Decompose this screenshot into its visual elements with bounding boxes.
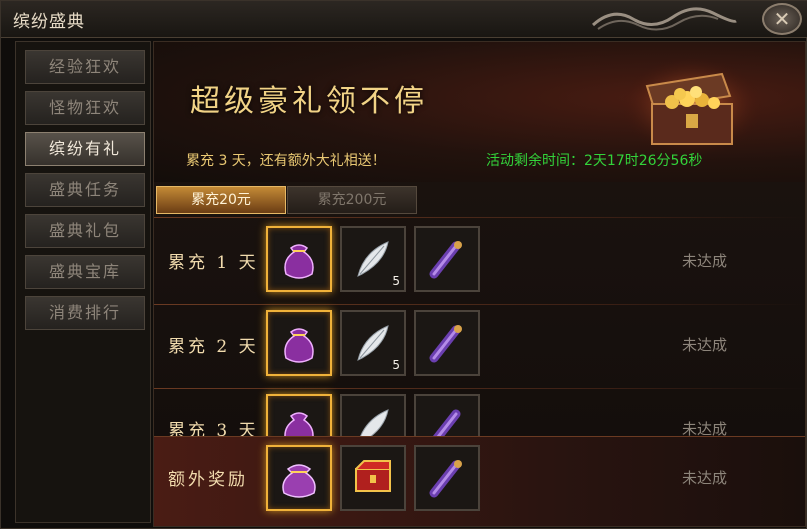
reward-slot[interactable] bbox=[414, 394, 480, 436]
sidebar-item-exp-carnival[interactable]: 经验狂欢 bbox=[25, 50, 145, 84]
banner: 超级豪礼领不停 累充 3 天，还有额外大礼相送！ 活动剩余时间：2天17时26分… bbox=[154, 42, 805, 182]
reward-slot[interactable] bbox=[340, 394, 406, 436]
tab-recharge-200[interactable]: 累充200元 bbox=[287, 186, 417, 214]
dragon-ornament-icon bbox=[591, 7, 737, 31]
reward-slot[interactable] bbox=[266, 226, 332, 292]
scroll-icon bbox=[429, 460, 462, 498]
reward-slot[interactable] bbox=[266, 310, 332, 376]
divider bbox=[154, 304, 805, 305]
sidebar-item-tasks[interactable]: 盛典任务 bbox=[25, 173, 145, 207]
reward-slot[interactable] bbox=[266, 394, 332, 436]
silver-feather-icon bbox=[357, 241, 389, 277]
reward-row-label: 累充 1 天 bbox=[168, 253, 259, 273]
scroll-icon bbox=[432, 409, 461, 436]
promo-text: 累充 3 天，还有额外大礼相送！ bbox=[186, 153, 386, 169]
reward-row: 累充 3 天 未达成 bbox=[154, 390, 805, 436]
sidebar-item-ranking[interactable]: 消费排行 bbox=[25, 296, 145, 330]
main-panel: 超级豪礼领不停 累充 3 天，还有额外大礼相送！ 活动剩余时间：2天17时26分… bbox=[153, 41, 806, 527]
sidebar-item-packs[interactable]: 盛典礼包 bbox=[25, 214, 145, 248]
reward-list[interactable]: 累充 1 天 5 未达成 累充 2 天 5 未达成 累充 3 天 未达成 bbox=[154, 218, 805, 436]
divider bbox=[154, 388, 805, 389]
extra-reward-label: 额外奖励 bbox=[168, 470, 248, 490]
reward-row-label: 累充 2 天 bbox=[168, 337, 259, 357]
treasure-chest-icon bbox=[620, 56, 762, 156]
reward-row: 累充 2 天 5 未达成 bbox=[154, 306, 805, 390]
red-chest-icon bbox=[355, 460, 391, 492]
countdown-timer: 活动剩余时间：2天17时26分56秒 bbox=[486, 153, 703, 169]
title-bar: 缤纷盛典 ✕ bbox=[1, 1, 807, 38]
purple-pouch-icon bbox=[284, 328, 314, 363]
reward-status: 未达成 bbox=[682, 252, 728, 270]
item-quantity: 5 bbox=[392, 274, 400, 288]
window-title: 缤纷盛典 bbox=[13, 12, 85, 32]
reward-status: 未达成 bbox=[682, 420, 728, 436]
scroll-icon bbox=[429, 241, 462, 279]
tab-recharge-20[interactable]: 累充20元 bbox=[156, 186, 286, 214]
sidebar: 经验狂欢 怪物狂欢 缤纷有礼 盛典任务 盛典礼包 盛典宝库 消费排行 bbox=[15, 41, 151, 523]
reward-row-label: 累充 3 天 bbox=[168, 421, 259, 436]
reward-slot[interactable]: 5 bbox=[340, 310, 406, 376]
sidebar-item-gifts[interactable]: 缤纷有礼 bbox=[25, 132, 145, 166]
reward-slot[interactable] bbox=[340, 445, 406, 511]
reward-slot[interactable] bbox=[414, 310, 480, 376]
reward-slot[interactable] bbox=[266, 445, 332, 511]
item-quantity: 5 bbox=[392, 358, 400, 372]
banner-title: 超级豪礼领不停 bbox=[190, 84, 428, 119]
tab-bar: 累充20元 累充200元 bbox=[154, 184, 805, 216]
reward-slot[interactable] bbox=[414, 226, 480, 292]
sidebar-item-treasury[interactable]: 盛典宝库 bbox=[25, 255, 145, 289]
sidebar-item-monster-carnival[interactable]: 怪物狂欢 bbox=[25, 91, 145, 125]
purple-pouch-icon bbox=[284, 244, 314, 279]
reward-row: 累充 1 天 5 未达成 bbox=[154, 222, 805, 306]
reward-slot[interactable]: 5 bbox=[340, 226, 406, 292]
purple-pouch-icon bbox=[282, 464, 316, 498]
purple-pouch-icon bbox=[284, 412, 314, 436]
reward-slot[interactable] bbox=[414, 445, 480, 511]
event-window: 缤纷盛典 ✕ 经验狂欢 怪物狂欢 缤纷有礼 盛典任务 盛典礼包 盛典宝库 消费排… bbox=[0, 0, 807, 529]
close-button[interactable]: ✕ bbox=[762, 3, 802, 35]
silver-feather-icon bbox=[357, 325, 389, 361]
extra-reward-row: 额外奖励 未达成 bbox=[154, 436, 805, 526]
reward-status: 未达成 bbox=[682, 336, 728, 354]
scroll-icon bbox=[429, 325, 462, 363]
reward-status: 未达成 bbox=[682, 469, 728, 487]
silver-feather-icon bbox=[360, 409, 389, 436]
